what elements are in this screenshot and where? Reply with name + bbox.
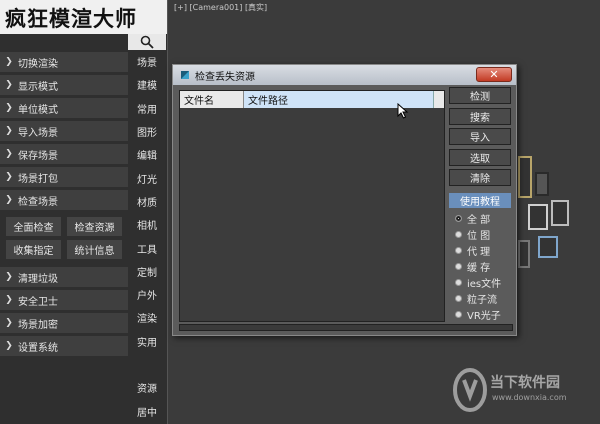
watermark: 当下软件园 www.downxia.com <box>452 366 592 416</box>
chevron-right-icon: ❯ <box>5 126 13 136</box>
scene-object <box>518 156 532 198</box>
scene-object <box>535 172 549 196</box>
filter-radio-cache[interactable]: 缓 存 <box>455 259 490 274</box>
dialog-titlebar[interactable]: 检查丢失资源 <box>173 65 516 85</box>
menu-item-switch-render[interactable]: ❯ 切换渲染 <box>0 52 128 72</box>
chevron-right-icon: ❯ <box>5 318 13 328</box>
chevron-right-icon: ❯ <box>5 172 13 182</box>
plugin-panel: 疯狂模渲大师 ❯ 切换渲染 ❯ 显示模式 ❯ 单位模式 ❯ 导入场景 ❯ 保存场景 ❯ 场景… <box>0 0 167 424</box>
menu-item-unit-mode[interactable]: ❯ 单位模式 <box>0 98 128 118</box>
import-button[interactable]: 导入 <box>449 128 511 145</box>
scene-object <box>538 236 558 258</box>
detect-button[interactable]: 检测 <box>449 87 511 104</box>
dialog-title: 检查丢失资源 <box>195 71 255 83</box>
column-filename[interactable]: 文件名 <box>180 91 244 108</box>
radio-icon <box>455 278 462 286</box>
tab-custom[interactable]: 定制 <box>128 260 166 283</box>
menu-item-import-scene[interactable]: ❯ 导入场景 <box>0 121 128 141</box>
scene-object <box>528 204 548 230</box>
tab-common[interactable]: 常用 <box>128 97 166 120</box>
check-scene-submenu: 全面检查 检查资源 收集指定 统计信息 <box>0 213 128 263</box>
statistics-button[interactable]: 统计信息 <box>67 240 122 259</box>
scene-object <box>518 240 530 268</box>
tab-lights[interactable]: 灯光 <box>128 166 166 189</box>
check-resources-button[interactable]: 检查资源 <box>67 217 122 236</box>
tab-scene[interactable]: 场景 <box>128 50 166 73</box>
menu-item-check-scene[interactable]: ❯ 检查场景 <box>0 190 128 210</box>
full-check-button[interactable]: 全面检查 <box>6 217 61 236</box>
chevron-right-icon: ❯ <box>5 80 13 90</box>
filter-radio-proxy[interactable]: 代 理 <box>455 243 490 258</box>
chevron-right-icon: ❯ <box>5 295 13 305</box>
chevron-right-icon: ❯ <box>5 341 13 351</box>
radio-icon <box>455 310 462 318</box>
file-list[interactable]: 文件名 文件路径 <box>179 90 445 322</box>
select-button[interactable]: 选取 <box>449 149 511 166</box>
tab-camera[interactable]: 相机 <box>128 213 166 236</box>
radio-icon <box>455 230 462 238</box>
menu-item-pack-scene[interactable]: ❯ 场景打包 <box>0 167 128 187</box>
watermark-url: www.downxia.com <box>492 393 567 402</box>
menu-item-security-guard[interactable]: ❯ 安全卫士 <box>0 290 128 310</box>
close-button[interactable]: ✕ <box>476 67 512 82</box>
viewport-label[interactable]: [+] [Camera001] [真实] <box>174 2 267 13</box>
app-logo-icon <box>181 71 189 79</box>
tab-utility[interactable]: 实用 <box>128 330 166 353</box>
clear-button[interactable]: 清除 <box>449 169 511 186</box>
radio-icon <box>455 294 462 302</box>
tab-resources[interactable]: 资源 <box>128 376 166 399</box>
missing-resources-dialog: 检查丢失资源 ✕ 文件名 文件路径 检测 搜索 导入 选取 清除 使用教程 全 … <box>172 64 517 336</box>
scene-object <box>551 200 569 226</box>
watermark-logo-icon <box>453 368 487 412</box>
filter-radio-all[interactable]: 全 部 <box>455 211 490 226</box>
dialog-status-bar <box>179 324 513 331</box>
radio-selected-icon <box>455 214 462 222</box>
search-button[interactable] <box>128 34 166 50</box>
filter-radio-vr-photon[interactable]: VR光子 <box>455 307 501 322</box>
watermark-title: 当下软件园 <box>490 375 560 391</box>
search-icon <box>140 35 154 49</box>
chevron-right-icon: ❯ <box>5 149 13 159</box>
radio-icon <box>455 246 462 254</box>
menu-item-clean-garbage[interactable]: ❯ 清理垃圾 <box>0 267 128 287</box>
menu-item-save-scene[interactable]: ❯ 保存场景 <box>0 144 128 164</box>
tab-render[interactable]: 渲染 <box>128 306 166 329</box>
menu-item-settings[interactable]: ❯ 设置系统 <box>0 336 128 356</box>
radio-icon <box>455 262 462 270</box>
tab-materials[interactable]: 材质 <box>128 190 166 213</box>
filter-radio-bitmap[interactable]: 位 图 <box>455 227 490 242</box>
tab-modeling[interactable]: 建模 <box>128 73 166 96</box>
menu-item-display-mode[interactable]: ❯ 显示模式 <box>0 75 128 95</box>
tab-center[interactable]: 居中 <box>128 399 166 422</box>
chevron-right-icon: ❯ <box>5 103 13 113</box>
app-title: 疯狂模渲大师 <box>0 0 167 34</box>
filter-radio-particle[interactable]: 粒子流 <box>455 291 497 306</box>
tutorial-button[interactable]: 使用教程 <box>449 193 511 208</box>
menu-item-scene-encrypt[interactable]: ❯ 场景加密 <box>0 313 128 333</box>
chevron-right-icon: ❯ <box>5 272 13 282</box>
tab-outdoor[interactable]: 户外 <box>128 283 166 306</box>
main-menu: ❯ 切换渲染 ❯ 显示模式 ❯ 单位模式 ❯ 导入场景 ❯ 保存场景 ❯ 场景打包 ❯ 检查场… <box>0 52 128 359</box>
chevron-right-icon: ❯ <box>5 57 13 67</box>
category-tabs: 场景 建模 常用 图形 编辑 灯光 材质 相机 工具 定制 户外 渲染 实用 资… <box>128 50 166 423</box>
search-button[interactable]: 搜索 <box>449 108 511 125</box>
tab-spacer <box>128 353 166 376</box>
tab-shapes[interactable]: 图形 <box>128 120 166 143</box>
collect-specified-button[interactable]: 收集指定 <box>6 240 61 259</box>
chevron-down-icon: ❯ <box>5 195 13 205</box>
tab-tools[interactable]: 工具 <box>128 236 166 259</box>
tab-edit[interactable]: 编辑 <box>128 143 166 166</box>
mouse-cursor-icon <box>397 103 409 119</box>
filter-radio-ies[interactable]: ies文件 <box>455 275 501 290</box>
